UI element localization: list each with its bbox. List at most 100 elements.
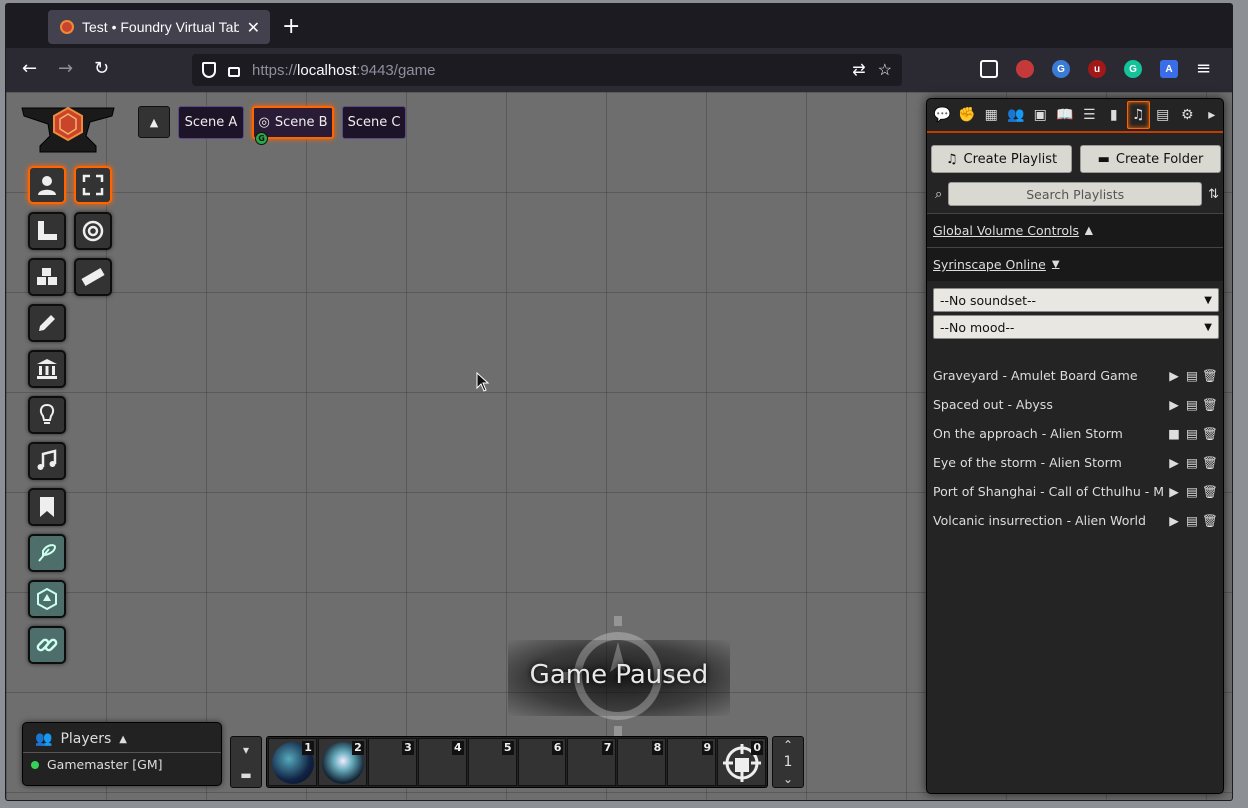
menu-icon[interactable]: ≡: [1196, 58, 1211, 79]
play-icon[interactable]: ▶: [1167, 455, 1181, 470]
shield-icon[interactable]: [202, 62, 216, 78]
foundry-logo-icon[interactable]: [20, 102, 116, 158]
sounds-controls-button[interactable]: [28, 442, 66, 480]
playlist-item[interactable]: Eye of the storm - Alien Storm ▶ ▤ 🗑: [927, 448, 1223, 477]
tab-chat[interactable]: 💬: [931, 101, 954, 129]
walls-controls-button[interactable]: [28, 350, 66, 388]
translate-extension-icon[interactable]: A: [1160, 60, 1178, 78]
caret-down-icon[interactable]: ▾: [243, 743, 249, 757]
play-icon[interactable]: ▶: [1167, 397, 1181, 412]
players-header[interactable]: 👥 Players ▲: [23, 723, 221, 753]
trash-icon[interactable]: 🗑: [1202, 455, 1218, 470]
game-canvas[interactable]: ▲ Scene A ◎ Scene B G Scene C Game Pause…: [6, 92, 1232, 800]
macro-slot-7[interactable]: 7: [567, 738, 617, 786]
pocket-icon[interactable]: [980, 60, 998, 78]
film-icon[interactable]: ▤: [1185, 513, 1199, 528]
browser-tab[interactable]: Test • Foundry Virtual Tab ✕: [48, 10, 270, 44]
token-controls-button[interactable]: [28, 166, 66, 204]
select-tokens-button[interactable]: [74, 166, 112, 204]
target-button[interactable]: [74, 212, 112, 250]
ublock-icon[interactable]: u: [1088, 60, 1106, 78]
create-playlist-button[interactable]: ♫ Create Playlist: [931, 145, 1072, 173]
extension-2-icon[interactable]: G: [1052, 60, 1070, 78]
trash-icon[interactable]: 🗑: [1202, 484, 1218, 499]
macro-slot-0[interactable]: 0: [717, 738, 767, 786]
bookmark-star-icon[interactable]: ☆: [878, 60, 892, 80]
play-icon[interactable]: ▶: [1167, 484, 1181, 499]
folder-icon[interactable]: ▬: [240, 768, 251, 782]
chevron-up-icon[interactable]: ▲: [119, 734, 127, 745]
chevron-up-icon[interactable]: ⌃: [783, 738, 793, 752]
tab-tables[interactable]: ☰: [1078, 101, 1101, 129]
tab-compendium[interactable]: ▤: [1152, 101, 1175, 129]
tab-journal[interactable]: 📖: [1054, 101, 1077, 129]
module-control-3-button[interactable]: [28, 626, 66, 664]
film-icon[interactable]: ▤: [1185, 426, 1199, 441]
reload-button[interactable]: ↻: [94, 58, 109, 79]
tab-items[interactable]: ▣: [1029, 101, 1052, 129]
lighting-controls-button[interactable]: [28, 396, 66, 434]
trash-icon[interactable]: 🗑: [1202, 426, 1218, 441]
tab-settings[interactable]: ⚙: [1176, 101, 1199, 129]
tab-playlists[interactable]: ♫: [1127, 101, 1150, 129]
sort-icon[interactable]: ⇅: [1208, 187, 1219, 202]
players-list[interactable]: 👥 Players ▲ Gamemaster [GM]: [22, 722, 222, 786]
url-bar[interactable]: https://localhost:9443/game ⇄ ☆: [192, 54, 902, 86]
macro-slot-1[interactable]: 1: [268, 738, 317, 786]
trash-icon[interactable]: 🗑: [1202, 397, 1218, 412]
drawing-tools-button[interactable]: [28, 304, 66, 342]
extension-1-icon[interactable]: [1016, 60, 1034, 78]
scene-tab-b[interactable]: ◎ Scene B G: [252, 106, 334, 145]
lock-icon[interactable]: [228, 67, 240, 77]
play-icon[interactable]: ▶: [1167, 368, 1181, 383]
macro-slot-4[interactable]: 4: [417, 738, 467, 786]
playlist-item[interactable]: Volcanic insurrection - Alien World ▶ ▤ 🗑: [927, 506, 1223, 535]
new-tab-button[interactable]: +: [282, 14, 300, 39]
measure-controls-button[interactable]: [28, 212, 66, 250]
syrinscape-header[interactable]: Syrinscape Online ▼: [927, 247, 1223, 281]
notes-controls-button[interactable]: [28, 488, 66, 526]
play-icon[interactable]: ▶: [1167, 513, 1181, 528]
global-volume-header[interactable]: Global Volume Controls ▲: [927, 213, 1223, 247]
trash-icon[interactable]: 🗑: [1202, 513, 1218, 528]
soundset-select[interactable]: --No soundset-- ▼: [933, 288, 1219, 312]
stop-icon[interactable]: ■: [1167, 426, 1181, 441]
grammarly-icon[interactable]: G: [1124, 60, 1142, 78]
tab-combat[interactable]: ✊: [956, 101, 979, 129]
scene-tab-c[interactable]: Scene C: [342, 106, 406, 139]
close-tab-icon[interactable]: ✕: [247, 18, 260, 37]
film-icon[interactable]: ▤: [1185, 455, 1199, 470]
macro-slot-8[interactable]: 8: [617, 738, 667, 786]
trash-icon[interactable]: 🗑: [1202, 368, 1218, 383]
create-folder-button[interactable]: ▬ Create Folder: [1080, 145, 1221, 173]
collapse-sidebar-button[interactable]: ▸: [1201, 101, 1224, 129]
playlist-item[interactable]: Spaced out - Abyss ▶ ▤ 🗑: [927, 390, 1223, 419]
forward-button[interactable]: →: [58, 58, 73, 79]
player-row[interactable]: Gamemaster [GM]: [23, 753, 221, 776]
film-icon[interactable]: ▤: [1185, 484, 1199, 499]
playlist-item[interactable]: Graveyard - Amulet Board Game ▶ ▤ 🗑: [927, 361, 1223, 390]
scene-tab-a[interactable]: Scene A: [178, 106, 244, 139]
film-icon[interactable]: ▤: [1185, 397, 1199, 412]
tiles-controls-button[interactable]: [28, 258, 66, 296]
ruler-button[interactable]: [74, 258, 112, 296]
film-icon[interactable]: ▤: [1185, 368, 1199, 383]
tab-cards[interactable]: ▮: [1103, 101, 1126, 129]
playlist-item[interactable]: Port of Shanghai - Call of Cthulhu - M ▶…: [927, 477, 1223, 506]
tab-scenes[interactable]: ▦: [980, 101, 1003, 129]
collapse-scenes-button[interactable]: ▲: [138, 106, 170, 138]
module-control-1-button[interactable]: [28, 534, 66, 572]
back-button[interactable]: ←: [22, 58, 37, 79]
module-control-2-button[interactable]: [28, 580, 66, 618]
chevron-down-icon[interactable]: ⌄: [783, 772, 793, 786]
macro-slot-2[interactable]: 2: [317, 738, 367, 786]
macro-slot-9[interactable]: 9: [667, 738, 717, 786]
macro-slot-6[interactable]: 6: [517, 738, 567, 786]
tab-actors[interactable]: 👥: [1005, 101, 1028, 129]
playlist-item[interactable]: On the approach - Alien Storm ■ ▤ 🗑: [927, 419, 1223, 448]
macro-slot-5[interactable]: 5: [467, 738, 517, 786]
macro-slot-3[interactable]: 3: [367, 738, 417, 786]
search-input[interactable]: Search Playlists: [948, 182, 1203, 206]
mood-select[interactable]: --No mood-- ▼: [933, 315, 1219, 339]
translate-icon[interactable]: ⇄: [852, 60, 865, 80]
